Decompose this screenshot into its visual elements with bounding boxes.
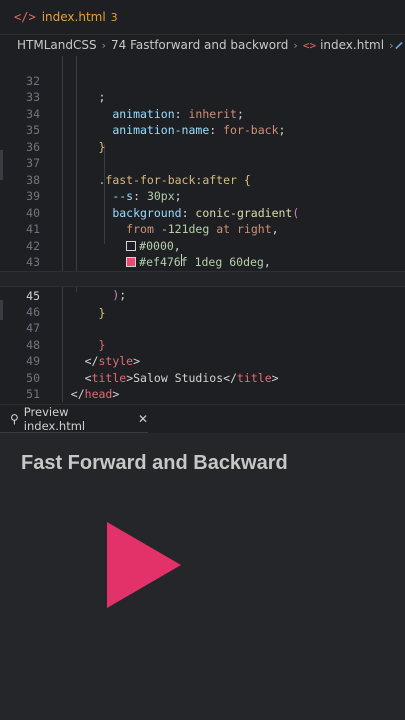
tab-preview[interactable]: ⚲ Preview index.html ✕: [0, 405, 148, 433]
tab-filename: index.html: [41, 10, 106, 24]
editor-tab-bar: </> index.html 3: [0, 0, 405, 35]
code-line: 38 --s: 30px;: [26, 172, 182, 204]
html-file-icon: </>: [14, 10, 36, 24]
code-line: 32 ;: [26, 73, 106, 105]
code-line: 43 #0000 61deg: [0, 238, 405, 286]
code-line: 40 from -121deg at right,: [26, 205, 279, 237]
breadcrumb: HTMLandCSS › 74 Fastforward and backword…: [0, 34, 405, 56]
breadcrumb-item-folder[interactable]: HTMLandCSS: [17, 38, 97, 52]
preview-tab-label: Preview index.html: [23, 404, 86, 433]
code-line: 46: [26, 304, 40, 319]
code-line: 41 #0000,: [26, 222, 181, 253]
breadcrumb-item-subfolder[interactable]: 74 Fastforward and backword: [111, 38, 288, 52]
preview-panel-header: ⚲ Preview index.html ✕: [0, 404, 405, 433]
code-line: 49 <title>Salow Studios</title>: [26, 354, 279, 385]
chevron-right-icon: ›: [389, 38, 394, 52]
code-line-active: 45 }: [0, 270, 405, 320]
code-line: 48 </style>: [26, 337, 141, 369]
code-line: 42 #ef476f 1deg 60deg,: [26, 238, 271, 270]
tab-index-html[interactable]: </> index.html 3: [0, 0, 118, 34]
code-line: 51 <body>: [26, 387, 40, 401]
chevron-right-icon: ›: [293, 38, 298, 52]
play-triangle-shape: [107, 522, 181, 608]
code-line: 44 );: [0, 254, 405, 303]
preview-icon: ⚲: [10, 411, 19, 426]
problems-count-badge: 3: [110, 10, 118, 24]
code-line: 52 <h1>Fast Forward and Backward</h1>: [0, 386, 405, 402]
close-icon[interactable]: ✕: [138, 412, 148, 426]
code-line: 50 </head>: [26, 370, 120, 402]
code-line: 47 }: [26, 321, 106, 352]
code-line: 34 animation-name: for-back;: [26, 106, 286, 138]
scroll-marker: [0, 300, 3, 320]
breadcrumb-item-file[interactable]: index.html: [320, 38, 384, 52]
preview-heading: Fast Forward and Backward: [21, 452, 288, 474]
code-editor[interactable]: 32 ; 33 animation: inherit; 34 animation…: [0, 56, 405, 402]
code-line: 36: [26, 139, 40, 154]
chevron-right-icon: ›: [101, 38, 106, 52]
code-line: 39 background: conic-gradient(: [26, 189, 300, 220]
preview-content: Fast Forward and Backward: [0, 433, 405, 720]
code-line: 37 .fast-for-back:after {: [26, 156, 251, 187]
html-file-icon: <>: [302, 38, 317, 52]
mouse-ibeam-icon: [181, 254, 187, 266]
scroll-marker: [0, 150, 3, 180]
code-line: 33 animation: inherit;: [26, 90, 244, 121]
code-line: 35 }: [26, 123, 106, 154]
element-icon: [395, 41, 404, 49]
